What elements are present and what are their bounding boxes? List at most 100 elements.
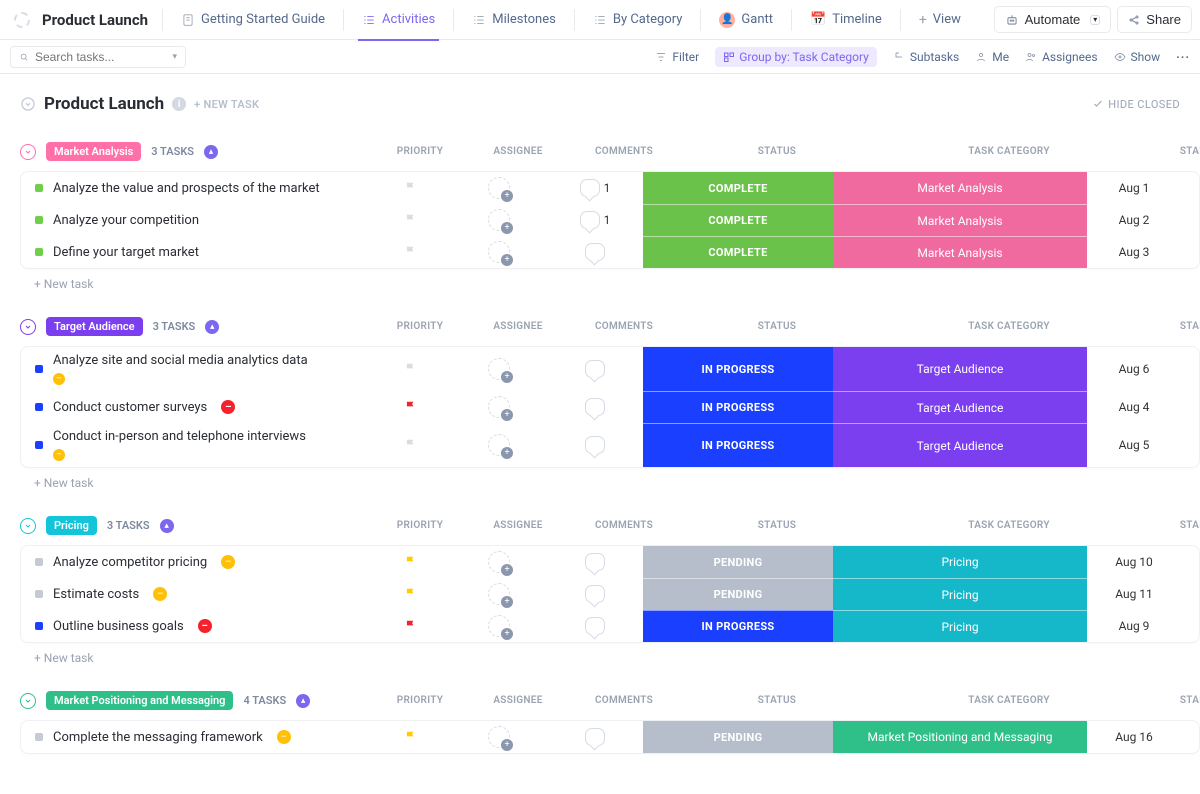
assignee-cell[interactable] xyxy=(451,204,547,236)
due-date-cell[interactable]: Aug 9 xyxy=(1181,347,1200,391)
status-dot-icon[interactable] xyxy=(35,590,43,598)
comment-icon[interactable] xyxy=(585,617,605,635)
new-task-header-button[interactable]: + NEW TASK xyxy=(194,98,259,111)
expand-list-icon[interactable] xyxy=(20,96,36,112)
col-priority[interactable]: PRIORITY xyxy=(380,146,460,157)
start-date-cell[interactable]: Aug 16 xyxy=(1087,721,1181,753)
new-task-button[interactable]: + New task xyxy=(20,468,1200,498)
col-assignee[interactable]: ASSIGNEE xyxy=(470,695,566,706)
comments-cell[interactable] xyxy=(547,721,643,753)
comments-cell[interactable] xyxy=(547,423,643,467)
col-category[interactable]: TASK CATEGORY xyxy=(882,695,1136,706)
col-comments[interactable]: COMMENTS xyxy=(576,146,672,157)
col-status[interactable]: STATUS xyxy=(682,146,872,157)
assignee-placeholder-icon[interactable] xyxy=(488,434,510,456)
start-date-cell[interactable]: Aug 4 xyxy=(1087,391,1181,423)
status-dot-icon[interactable] xyxy=(35,441,43,449)
category-cell[interactable]: Pricing xyxy=(833,610,1087,642)
group-name-chip[interactable]: Pricing xyxy=(46,516,97,535)
search-input[interactable] xyxy=(35,50,166,64)
due-date-cell[interactable]: Aug 4 xyxy=(1181,236,1200,268)
tab-activities[interactable]: Activities xyxy=(350,0,447,40)
task-name-cell[interactable]: Estimate costs – xyxy=(21,578,371,610)
assignee-placeholder-icon[interactable] xyxy=(488,358,510,380)
priority-cell[interactable] xyxy=(371,172,451,204)
tab-gantt[interactable]: 👤 Gantt xyxy=(707,0,785,40)
assignee-placeholder-icon[interactable] xyxy=(488,726,510,748)
status-dot-icon[interactable] xyxy=(35,248,43,256)
status-cell[interactable]: IN PROGRESS xyxy=(643,347,833,391)
group-collapse-toggle[interactable] xyxy=(20,144,36,160)
comment-icon[interactable] xyxy=(585,360,605,378)
category-cell[interactable]: Market Analysis xyxy=(833,172,1087,204)
comment-icon[interactable] xyxy=(580,211,600,229)
due-date-cell[interactable]: Aug 2 xyxy=(1181,172,1200,204)
priority-flag-icon[interactable] xyxy=(404,619,418,633)
col-priority[interactable]: PRIORITY xyxy=(380,321,460,332)
task-name-cell[interactable]: Define your target market xyxy=(21,236,371,268)
priority-cell[interactable] xyxy=(371,204,451,236)
category-cell[interactable]: Market Positioning and Messaging xyxy=(833,721,1087,753)
col-assignee[interactable]: ASSIGNEE xyxy=(470,321,566,332)
status-cell[interactable]: COMPLETE xyxy=(643,204,833,236)
share-button[interactable]: Share xyxy=(1117,6,1192,33)
group-collapse-toggle[interactable] xyxy=(20,518,36,534)
start-date-cell[interactable]: Aug 11 xyxy=(1087,578,1181,610)
task-name-cell[interactable]: Analyze the value and prospects of the m… xyxy=(21,172,371,204)
priority-cell[interactable] xyxy=(371,721,451,753)
assignee-cell[interactable] xyxy=(451,347,547,391)
task-name-cell[interactable]: Conduct customer surveys – xyxy=(21,391,371,423)
comment-icon[interactable] xyxy=(585,436,605,454)
task-row[interactable]: Analyze competitor pricing – PENDING Pri… xyxy=(21,546,1199,578)
priority-flag-icon[interactable] xyxy=(404,362,418,376)
group-collapse-toggle[interactable] xyxy=(20,693,36,709)
priority-cell[interactable] xyxy=(371,578,451,610)
task-row[interactable]: Outline business goals – IN PROGRESS Pri… xyxy=(21,610,1199,642)
col-priority[interactable]: PRIORITY xyxy=(380,695,460,706)
assignee-cell[interactable] xyxy=(451,546,547,578)
start-date-cell[interactable]: Aug 3 xyxy=(1087,236,1181,268)
tab-milestones[interactable]: Milestones xyxy=(460,0,568,40)
task-name-cell[interactable]: Conduct in-person and telephone intervie… xyxy=(21,423,371,467)
status-cell[interactable]: COMPLETE xyxy=(643,172,833,204)
chevron-down-icon[interactable]: ▾ xyxy=(172,52,177,62)
task-row[interactable]: Analyze your competition 1 COMPLETE Mark… xyxy=(21,204,1199,236)
start-date-cell[interactable]: Aug 6 xyxy=(1087,347,1181,391)
status-dot-icon[interactable] xyxy=(35,216,43,224)
priority-cell[interactable] xyxy=(371,610,451,642)
status-cell[interactable]: COMPLETE xyxy=(643,236,833,268)
task-name-cell[interactable]: Analyze competitor pricing – xyxy=(21,546,371,578)
group-name-chip[interactable]: Target Audience xyxy=(46,317,143,336)
col-priority[interactable]: PRIORITY xyxy=(380,520,460,531)
category-cell[interactable]: Target Audience xyxy=(833,347,1087,391)
status-cell[interactable]: IN PROGRESS xyxy=(643,610,833,642)
comment-icon[interactable] xyxy=(585,728,605,746)
task-row[interactable]: Define your target market COMPLETE Marke… xyxy=(21,236,1199,268)
start-date-cell[interactable]: Aug 1 xyxy=(1087,172,1181,204)
comments-cell[interactable] xyxy=(547,610,643,642)
hide-closed-button[interactable]: HIDE CLOSED xyxy=(1092,98,1180,111)
priority-flag-icon[interactable] xyxy=(404,730,418,744)
task-row[interactable]: Analyze the value and prospects of the m… xyxy=(21,172,1199,204)
task-name-cell[interactable]: Complete the messaging framework – xyxy=(21,721,371,753)
col-status[interactable]: STATUS xyxy=(682,520,872,531)
col-category[interactable]: TASK CATEGORY xyxy=(882,520,1136,531)
collapse-badge-icon[interactable]: ▴ xyxy=(204,145,218,159)
comments-cell[interactable] xyxy=(547,391,643,423)
comments-cell[interactable] xyxy=(547,347,643,391)
priority-flag-icon[interactable] xyxy=(404,245,418,259)
col-comments[interactable]: COMMENTS xyxy=(576,695,672,706)
status-cell[interactable]: PENDING xyxy=(643,578,833,610)
start-date-cell[interactable]: Aug 5 xyxy=(1087,423,1181,467)
due-date-cell[interactable]: Aug 17 xyxy=(1181,721,1200,753)
comments-cell[interactable] xyxy=(547,546,643,578)
col-comments[interactable]: COMMENTS xyxy=(576,321,672,332)
priority-cell[interactable] xyxy=(371,423,451,467)
more-button[interactable]: ··· xyxy=(1176,50,1190,64)
task-row[interactable]: Complete the messaging framework – PENDI… xyxy=(21,721,1199,753)
collapse-badge-icon[interactable]: ▴ xyxy=(296,694,310,708)
comment-icon[interactable] xyxy=(585,553,605,571)
assignee-cell[interactable] xyxy=(451,423,547,467)
col-start-date[interactable]: START DATE xyxy=(1146,321,1200,332)
task-row[interactable]: Estimate costs – PENDING Pricing Aug 11 … xyxy=(21,578,1199,610)
